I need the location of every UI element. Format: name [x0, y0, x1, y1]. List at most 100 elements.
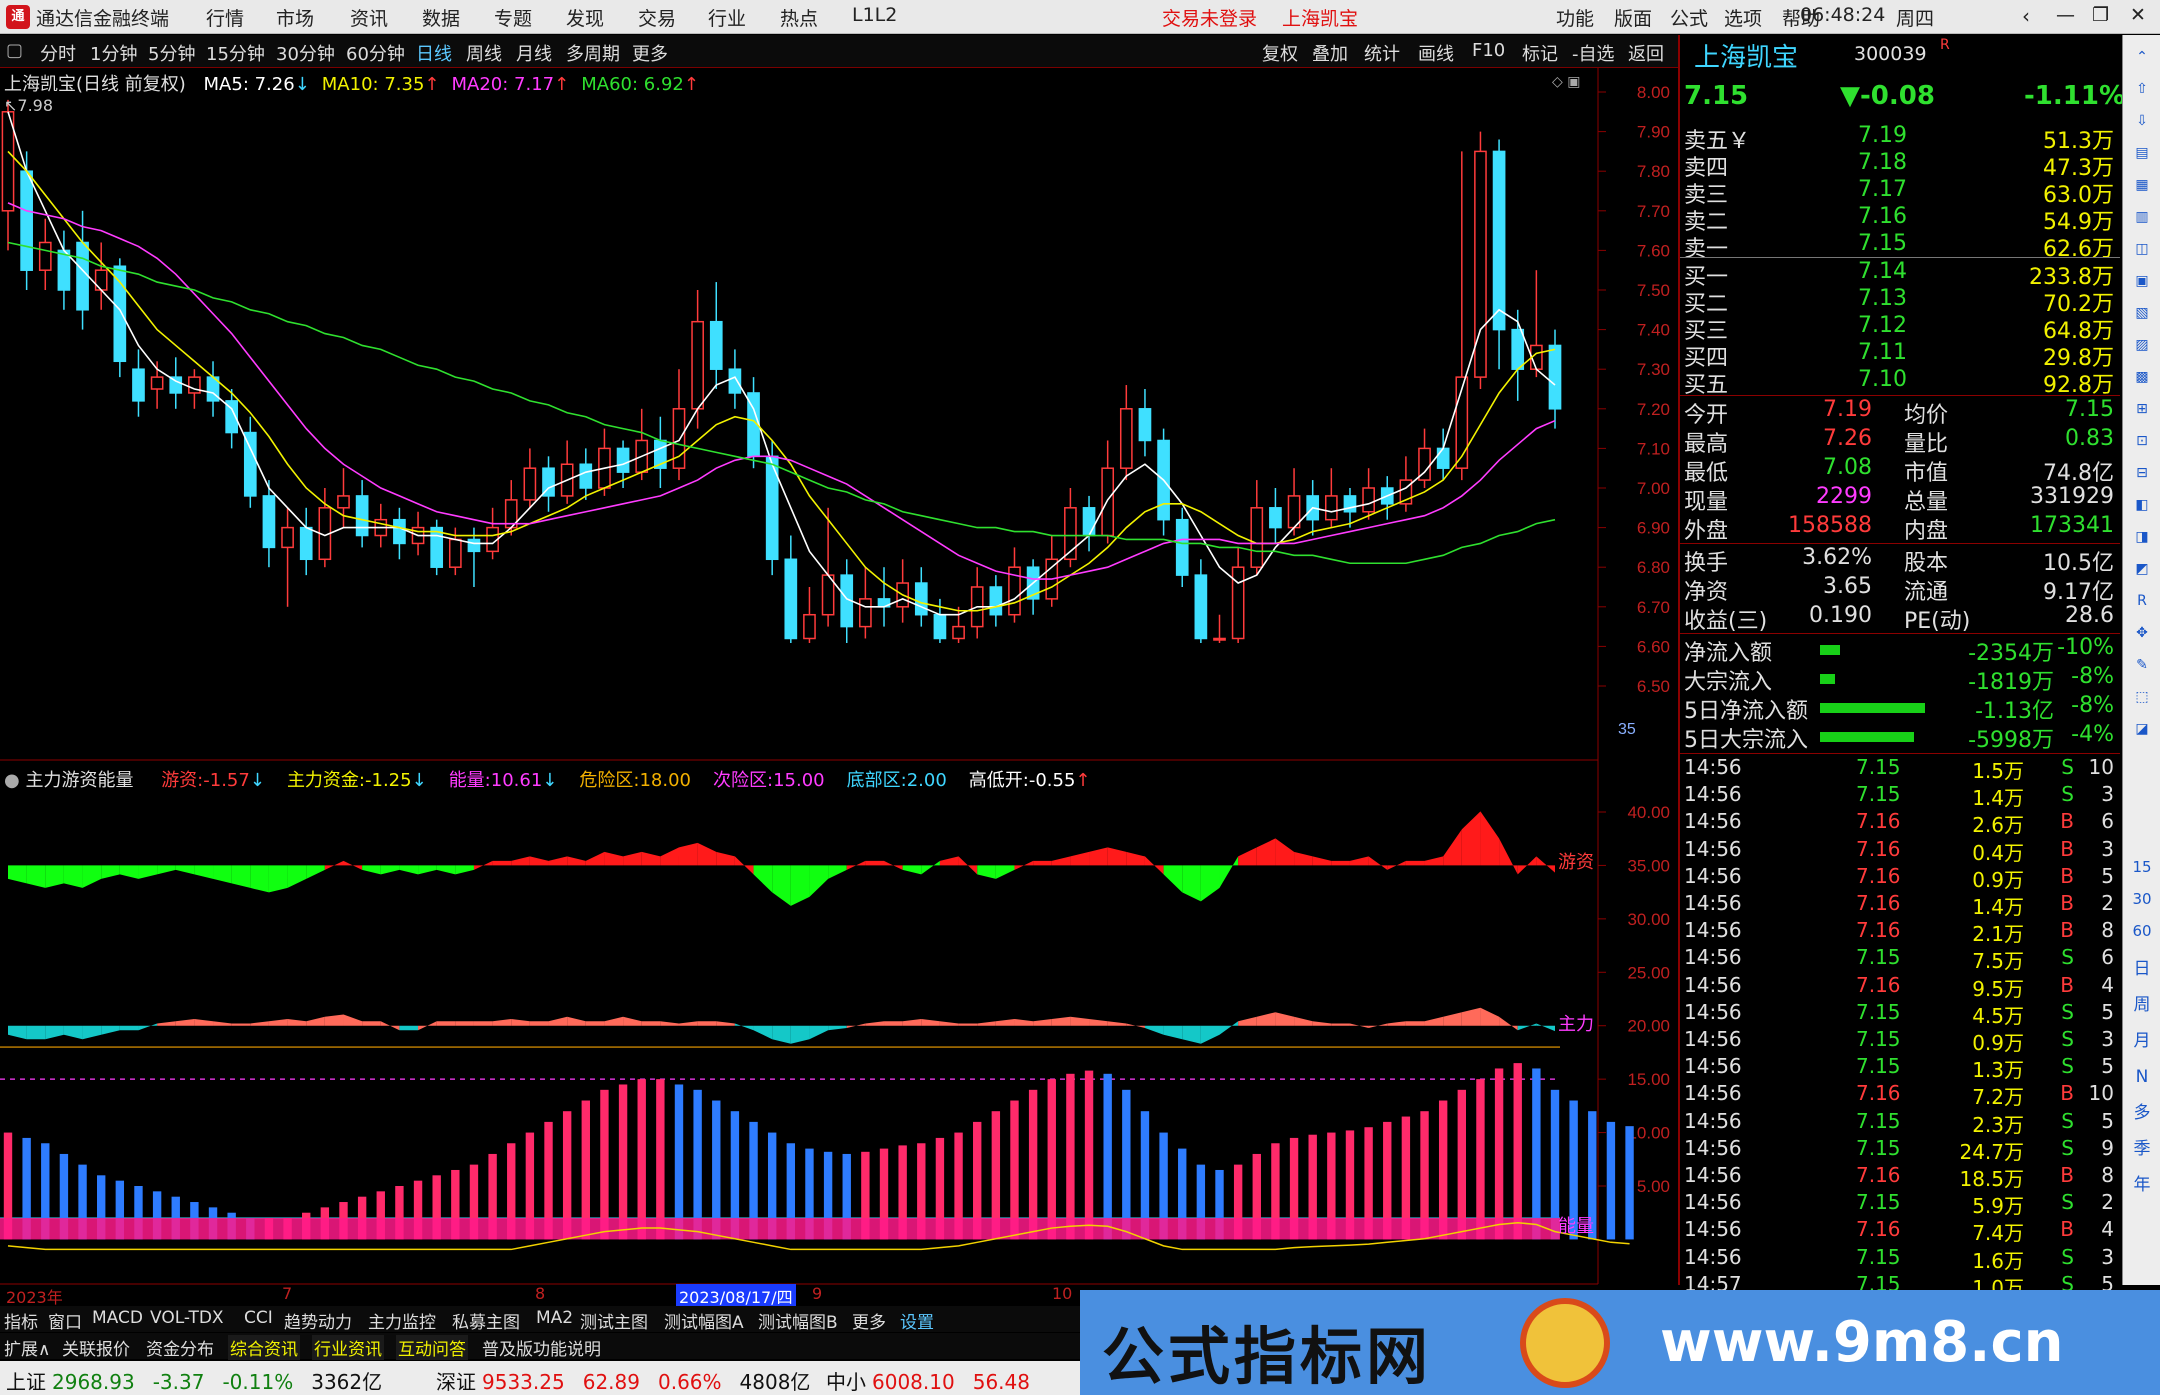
period-shortcut[interactable]: 季 — [2128, 1135, 2156, 1163]
toolbar-button[interactable]: 标记 — [1522, 40, 1558, 66]
chart-options-icon[interactable]: ◇ ▣ — [1552, 74, 1580, 90]
indicator-tab[interactable]: 测试幅图B — [756, 1308, 840, 1333]
menu-item[interactable]: 功能 — [1556, 4, 1594, 31]
info-tab[interactable]: 互动问答 — [396, 1335, 468, 1360]
toolbar-icon[interactable]: ▧ — [2128, 299, 2156, 327]
menu-item[interactable]: 选项 — [1724, 4, 1762, 31]
index-quote[interactable]: 上证 2968.93 -3.37 -0.11% 3362亿 — [6, 1366, 382, 1395]
info-tab[interactable]: 资金分布 — [144, 1335, 216, 1360]
info-tab[interactable]: 综合资讯 — [228, 1335, 300, 1360]
trade-status[interactable]: 交易未登录 — [1162, 4, 1257, 31]
indicator-tab[interactable]: MA2 — [534, 1308, 575, 1328]
period-tab[interactable]: 日线 — [416, 40, 452, 66]
minimize-icon[interactable]: — — [2056, 4, 2075, 26]
indicator-tab[interactable]: 更多 — [850, 1308, 888, 1333]
info-tab[interactable]: 行业资讯 — [312, 1335, 384, 1360]
period-tab[interactable]: 60分钟 — [346, 40, 405, 66]
toolbar-button[interactable]: 画线 — [1418, 40, 1454, 66]
indicator-tab[interactable]: MACD — [90, 1308, 145, 1328]
period-shortcut[interactable]: 年 — [2128, 1171, 2156, 1199]
period-shortcut[interactable]: 15 — [2128, 853, 2156, 881]
toolbar-button[interactable]: 返回 — [1628, 40, 1664, 66]
period-tab[interactable]: 1分钟 — [90, 40, 137, 66]
menu-item[interactable]: 数据 — [422, 4, 460, 31]
toolbar-icon[interactable]: ◫ — [2128, 235, 2156, 263]
indicator-tab[interactable]: 主力监控 — [366, 1308, 438, 1333]
toolbar-icon[interactable]: ✥ — [2128, 619, 2156, 647]
menu-item[interactable]: 发现 — [566, 4, 604, 31]
index-quote[interactable]: 深证 9533.25 62.89 0.66% 4808亿 — [436, 1366, 810, 1395]
indicator-name[interactable]: 主力游资能量 — [25, 770, 133, 791]
toolbar-icon[interactable]: ◩ — [2128, 555, 2156, 583]
toolbar-icon[interactable]: ▦ — [2128, 171, 2156, 199]
toolbar-icon[interactable]: ◨ — [2128, 523, 2156, 551]
toolbar-button[interactable]: F10 — [1472, 40, 1505, 61]
menu-item[interactable]: L1L2 — [852, 4, 897, 26]
sidebar-toggle-icon[interactable]: ▢ — [6, 40, 23, 61]
toolbar-icon[interactable]: ⌃ — [2128, 43, 2156, 71]
period-tab[interactable]: 分时 — [40, 40, 76, 66]
period-shortcut[interactable]: 日 — [2128, 955, 2156, 983]
indicator-tab[interactable]: 测试主图 — [578, 1308, 650, 1333]
toolbar-icon[interactable]: ◪ — [2128, 715, 2156, 743]
back-icon[interactable]: ‹ — [2022, 4, 2030, 28]
info-tab[interactable]: 扩展∧ — [2, 1335, 52, 1360]
menu-item[interactable]: 行业 — [708, 4, 746, 31]
indicator-tab[interactable]: 设置 — [898, 1308, 936, 1333]
period-shortcut[interactable]: N — [2128, 1063, 2156, 1091]
period-shortcut[interactable]: 多 — [2128, 1099, 2156, 1127]
chart-area[interactable]: 8.00 7.90 7.80 7.70 7.60 7.50 7.40 7.30 7.20 7.10… — [0, 68, 1678, 1290]
period-shortcut[interactable]: 30 — [2128, 885, 2156, 913]
toolbar-icon[interactable]: ⊡ — [2128, 427, 2156, 455]
toolbar-icon[interactable]: ▣ — [2128, 267, 2156, 295]
menu-item[interactable]: 公式 — [1670, 4, 1708, 31]
period-tab[interactable]: 周线 — [466, 40, 502, 66]
period-tab[interactable]: 多周期 — [566, 40, 620, 66]
period-tab[interactable]: 15分钟 — [206, 40, 265, 66]
indicator-tab[interactable]: 私募主图 — [450, 1308, 522, 1333]
period-tab[interactable]: 30分钟 — [276, 40, 335, 66]
info-tab[interactable]: 关联报价 — [60, 1335, 132, 1360]
indicator-tab[interactable]: 窗口 — [46, 1308, 84, 1333]
menu-item[interactable]: 行情 — [206, 4, 244, 31]
toolbar-icon[interactable]: ▨ — [2128, 331, 2156, 359]
toolbar-icon[interactable]: ⇧ — [2128, 75, 2156, 103]
toolbar-icon[interactable]: ⊞ — [2128, 395, 2156, 423]
toolbar-button[interactable]: 复权 — [1262, 40, 1298, 66]
index-quote[interactable]: 中小 6008.10 56.48 — [826, 1366, 1030, 1395]
toolbar-button[interactable]: -自选 — [1572, 40, 1615, 66]
toolbar-icon[interactable]: ▥ — [2128, 203, 2156, 231]
period-tab[interactable]: 5分钟 — [148, 40, 195, 66]
menu-item[interactable]: 市场 — [276, 4, 314, 31]
info-tab[interactable]: 普及版功能说明 — [480, 1335, 603, 1360]
menu-item[interactable]: 交易 — [638, 4, 676, 31]
indicator-tab[interactable]: CCI — [242, 1308, 275, 1328]
menu-item[interactable]: 专题 — [494, 4, 532, 31]
indicator-tab[interactable]: 趋势动力 — [282, 1308, 354, 1333]
toolbar-icon[interactable]: R — [2128, 587, 2156, 615]
indicator-tab[interactable]: VOL-TDX — [148, 1308, 226, 1328]
toolbar-icon[interactable]: ▤ — [2128, 139, 2156, 167]
menu-item[interactable]: 版面 — [1614, 4, 1652, 31]
toolbar-icon[interactable]: ◧ — [2128, 491, 2156, 519]
toolbar-icon[interactable]: ⊟ — [2128, 459, 2156, 487]
indicator-menu-icon[interactable]: ● — [4, 770, 20, 791]
toolbar-icon[interactable]: ⬚ — [2128, 683, 2156, 711]
maximize-icon[interactable]: ❐ — [2092, 4, 2109, 26]
period-shortcut[interactable]: 周 — [2128, 991, 2156, 1019]
toolbar-button[interactable]: 统计 — [1364, 40, 1400, 66]
toolbar-icon[interactable]: ▩ — [2128, 363, 2156, 391]
toolbar-icon[interactable]: ✎ — [2128, 651, 2156, 679]
toolbar-icon[interactable]: ⇩ — [2128, 107, 2156, 135]
tick-cell: 7.15 — [1856, 999, 1901, 1024]
menu-item[interactable]: 资讯 — [350, 4, 388, 31]
period-tab[interactable]: 月线 — [516, 40, 552, 66]
period-tab[interactable]: 更多 — [632, 40, 668, 66]
menu-item[interactable]: 热点 — [780, 4, 818, 31]
close-icon[interactable]: ✕ — [2130, 4, 2146, 26]
period-shortcut[interactable]: 月 — [2128, 1027, 2156, 1055]
period-shortcut[interactable]: 60 — [2128, 917, 2156, 945]
indicator-tab[interactable]: 测试幅图A — [662, 1308, 746, 1333]
indicator-tab[interactable]: 指标 — [2, 1308, 40, 1333]
toolbar-button[interactable]: 叠加 — [1312, 40, 1348, 66]
